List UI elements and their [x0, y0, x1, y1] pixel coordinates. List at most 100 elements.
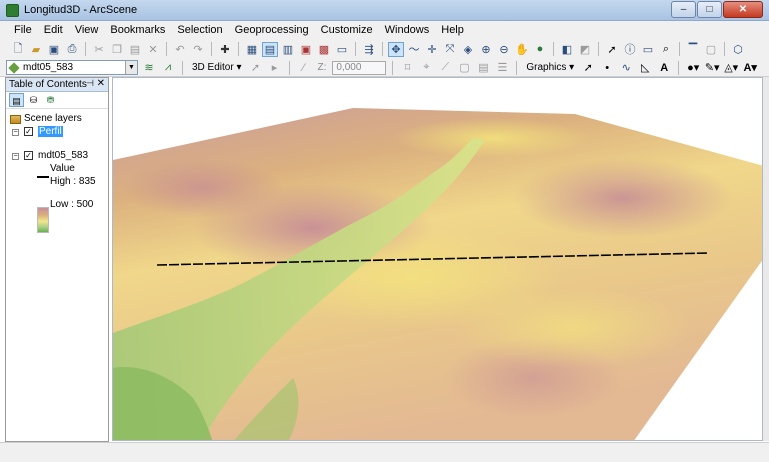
- terrain-render[interactable]: [113, 78, 763, 441]
- paste-icon[interactable]: ▤: [127, 42, 143, 57]
- z-value-input[interactable]: 0,000: [332, 60, 387, 75]
- delete-icon[interactable]: ✕: [145, 42, 161, 57]
- polygon-tool-icon[interactable]: ◺: [637, 60, 653, 75]
- menu-bar: File Edit View Bookmarks Selection Geopr…: [0, 21, 769, 39]
- title-bar: Longitud3D - ArcScene – □ ✕: [0, 0, 769, 21]
- full-extent-icon[interactable]: ●: [532, 42, 548, 57]
- split-icon[interactable]: ⟋: [437, 60, 453, 75]
- line-color-icon[interactable]: ✎▾: [704, 60, 720, 75]
- menu-help[interactable]: Help: [435, 21, 470, 39]
- fly-icon[interactable]: 〜: [406, 42, 422, 57]
- attributes-icon[interactable]: ▤: [475, 60, 491, 75]
- font-color-icon[interactable]: A▾: [742, 60, 758, 75]
- cut-polygons-icon[interactable]: ⌖: [418, 60, 434, 75]
- layer-name-mdt05[interactable]: mdt05_583: [38, 150, 88, 161]
- select-elements-icon[interactable]: ➚: [580, 60, 596, 75]
- new-doc-icon[interactable]: 🗋: [10, 42, 26, 57]
- toc-window-icon[interactable]: ▤: [262, 41, 278, 57]
- menu-view[interactable]: View: [69, 21, 105, 39]
- close-button[interactable]: ✕: [723, 1, 763, 18]
- catalog-icon[interactable]: ▥: [280, 42, 296, 57]
- scene-properties-icon[interactable]: ▦: [244, 42, 260, 57]
- print-icon[interactable]: ⎙: [64, 42, 80, 57]
- minimize-button[interactable]: –: [671, 1, 696, 18]
- copy-icon[interactable]: ❐: [109, 42, 125, 57]
- legend-high: High : 835: [6, 176, 108, 189]
- graphics-menu[interactable]: Graphics ▾: [523, 62, 577, 73]
- zoom-to-target-icon[interactable]: ⤧: [442, 42, 458, 57]
- marker-color-icon[interactable]: ●▾: [685, 60, 701, 75]
- set-observer-icon[interactable]: ◈: [460, 42, 476, 57]
- pan-icon[interactable]: ✋: [514, 42, 530, 57]
- menu-file[interactable]: File: [8, 21, 38, 39]
- measure-icon[interactable]: ▔: [685, 42, 701, 57]
- layer-visibility-checkbox[interactable]: ✓: [24, 151, 33, 160]
- zoom-in-icon[interactable]: ⊕: [478, 42, 494, 57]
- menu-bookmarks[interactable]: Bookmarks: [104, 21, 171, 39]
- 3d-analyst-icon[interactable]: ⬡: [730, 42, 746, 57]
- toc-tree: Scene layers − ✓ Perfil − ✓ mdt05_583 Va…: [6, 109, 108, 233]
- model-builder-icon[interactable]: ⇶: [361, 42, 377, 57]
- collapse-icon[interactable]: −: [12, 129, 19, 136]
- layer-dropdown[interactable]: mdt05_583 ▼: [6, 60, 138, 75]
- layer-visibility-checkbox[interactable]: ✓: [24, 127, 33, 136]
- point-tool-icon[interactable]: •: [599, 60, 615, 75]
- legend-low: Low : 500: [6, 199, 108, 212]
- toc-close-icon[interactable]: ✕: [97, 78, 105, 89]
- collapse-icon[interactable]: −: [12, 153, 19, 160]
- identify-icon[interactable]: ⓘ: [622, 42, 638, 57]
- sketch-icon[interactable]: ▸: [267, 60, 283, 75]
- sketch-props-icon[interactable]: ☰: [494, 60, 510, 75]
- cut-icon[interactable]: ✂: [91, 42, 107, 57]
- menu-edit[interactable]: Edit: [38, 21, 69, 39]
- select-icon[interactable]: ➚: [604, 42, 620, 57]
- menu-geoprocessing[interactable]: Geoprocessing: [229, 21, 315, 39]
- 3d-editor-label: 3D Editor: [192, 62, 234, 73]
- fill-color-icon[interactable]: ◬▾: [723, 60, 739, 75]
- layer-row-perfil[interactable]: − ✓ Perfil: [6, 126, 108, 139]
- menu-customize[interactable]: Customize: [315, 21, 379, 39]
- menu-selection[interactable]: Selection: [171, 21, 228, 39]
- layer-row-mdt05[interactable]: − ✓ mdt05_583: [6, 150, 108, 163]
- center-target-icon[interactable]: ✛: [424, 42, 440, 57]
- 3d-editor-menu[interactable]: 3D Editor ▾: [189, 62, 245, 73]
- toolbox-icon[interactable]: ▩: [316, 42, 332, 57]
- layer-name-perfil[interactable]: Perfil: [38, 126, 63, 137]
- undo-icon[interactable]: ↶: [172, 42, 188, 57]
- interpolate-line-icon[interactable]: ≋: [141, 60, 157, 75]
- python-icon[interactable]: ▭: [334, 42, 350, 57]
- straight-segment-icon[interactable]: ⁄: [296, 60, 312, 75]
- open-icon[interactable]: ▰: [28, 42, 44, 57]
- scene-layers-label: Scene layers: [24, 113, 82, 124]
- widen-fov-icon[interactable]: ◩: [577, 42, 593, 57]
- reshape-icon[interactable]: ⌑: [399, 60, 415, 75]
- layer-toolbar: mdt05_583 ▼ ≋ ⩘ 3D Editor ▾ ➚ ▸ ⁄ Z: 0,0…: [0, 59, 769, 77]
- line-tool-icon[interactable]: ∿: [618, 60, 634, 75]
- scene-layers-group[interactable]: Scene layers: [6, 113, 108, 126]
- create-viewer-icon[interactable]: ▢: [703, 42, 719, 57]
- edit-tool-icon[interactable]: ➚: [248, 60, 264, 75]
- vertical-scrollbar[interactable]: [763, 77, 769, 441]
- pin-icon[interactable]: ⊣: [86, 78, 94, 89]
- layers-icon: [10, 115, 21, 124]
- search-window-icon[interactable]: ▣: [298, 42, 314, 57]
- maximize-button[interactable]: □: [697, 1, 722, 18]
- add-data-icon[interactable]: ✚: [217, 42, 233, 57]
- narrow-fov-icon[interactable]: ◧: [559, 42, 575, 57]
- profile-graph-icon[interactable]: ⩘: [160, 60, 176, 75]
- list-by-visibility-icon[interactable]: ⛃: [43, 93, 58, 107]
- find-icon[interactable]: ⌕: [658, 42, 674, 57]
- list-by-drawing-order-icon[interactable]: ▤: [9, 93, 24, 107]
- text-tool-icon[interactable]: A: [656, 60, 672, 75]
- redo-icon[interactable]: ↷: [190, 42, 206, 57]
- html-popup-icon[interactable]: ▭: [640, 42, 656, 57]
- navigate-icon[interactable]: ✥: [388, 41, 404, 57]
- rotate-icon[interactable]: ▢: [456, 60, 472, 75]
- scene-view[interactable]: [112, 77, 763, 441]
- zoom-out-icon[interactable]: ⊖: [496, 42, 512, 57]
- toc-toolbar: ▤ ⛁ ⛃: [6, 92, 108, 109]
- legend-low-label: Low : 500: [50, 199, 94, 210]
- menu-windows[interactable]: Windows: [379, 21, 436, 39]
- save-icon[interactable]: ▣: [46, 42, 62, 57]
- list-by-source-icon[interactable]: ⛁: [26, 93, 41, 107]
